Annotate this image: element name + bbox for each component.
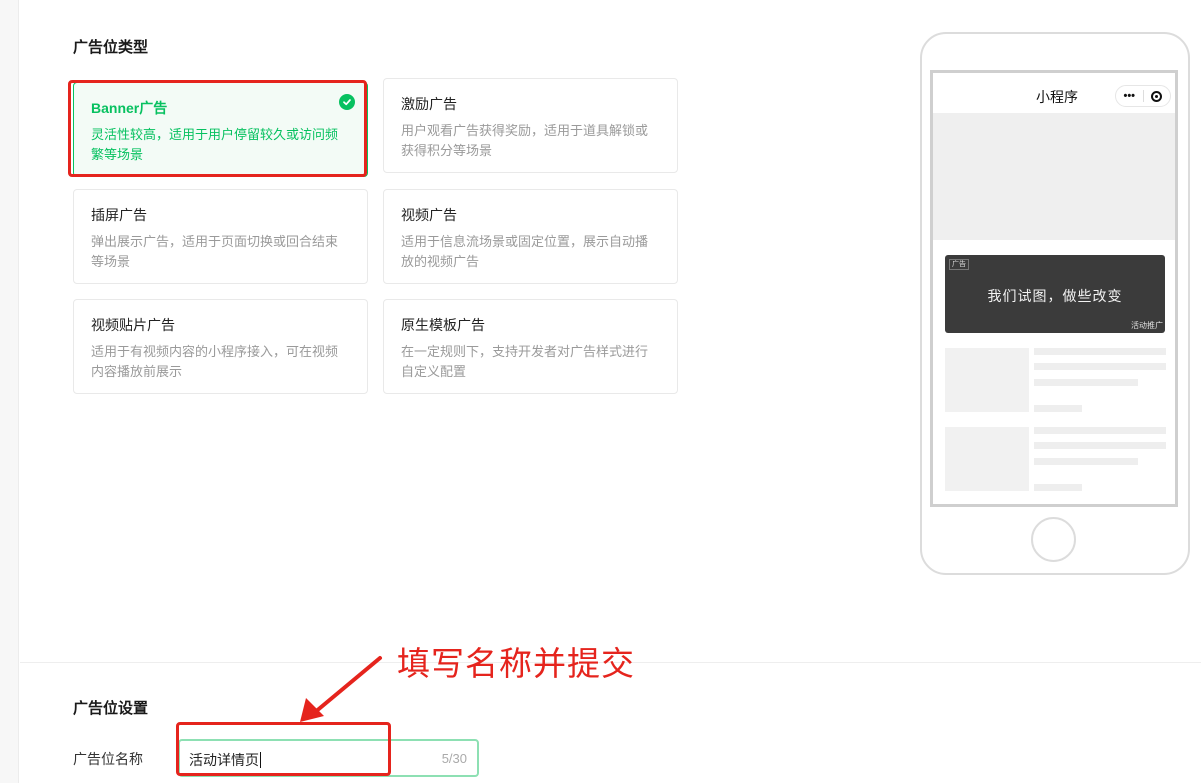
left-panel-edge (0, 0, 19, 783)
ad-settings-section-title: 广告位设置 (73, 700, 149, 717)
ad-type-card-title: 视频广告 (401, 207, 457, 223)
skeleton-image (945, 348, 1029, 412)
ad-type-section-title: 广告位类型 (73, 39, 149, 56)
ad-type-card-desc: 等场景 (91, 254, 131, 269)
preview-placeholder-block (933, 113, 1175, 240)
ad-type-card-desc: 用户观看广告获得奖励，适用于道具解锁或 (401, 123, 649, 138)
phone-home-button (1031, 517, 1076, 562)
ad-type-card-desc: 获得积分等场景 (401, 143, 493, 158)
ad-type-card-desc: 适用于信息流场景或固定位置，展示自动播 (401, 234, 649, 249)
ad-type-card-native-template[interactable]: 原生模板广告 在一定规则下，支持开发者对广告样式进行 自定义配置 (383, 299, 678, 394)
skeleton-line (1034, 427, 1166, 434)
ad-type-card-rewarded[interactable]: 激励广告 用户观看广告获得奖励，适用于道具解锁或 获得积分等场景 (383, 78, 678, 173)
skeleton-line (1034, 458, 1138, 465)
ad-type-card-title: 插屏广告 (91, 207, 147, 223)
close-target-icon (1151, 90, 1163, 102)
skeleton-line (1034, 363, 1166, 370)
skeleton-line (1034, 484, 1082, 491)
ad-type-card-desc: 适用于有视频内容的小程序接入，可在视频 (91, 344, 339, 359)
ad-type-card-video[interactable]: 视频广告 适用于信息流场景或固定位置，展示自动播 放的视频广告 (383, 189, 678, 284)
annotation-highlight-box (176, 722, 391, 776)
ad-name-char-counter: 5/30 (441, 751, 467, 766)
banner-ad-promo-label: 活动推广 (1131, 321, 1163, 330)
skeleton-line (1034, 379, 1138, 386)
ad-name-label: 广告位名称 (73, 751, 143, 767)
skeleton-line (1034, 348, 1166, 355)
ad-type-card-video-preroll[interactable]: 视频贴片广告 适用于有视频内容的小程序接入，可在视频 内容播放前展示 (73, 299, 368, 394)
banner-ad-slogan: 我们试图，做些改变 (987, 289, 1123, 305)
annotation-highlight-box (68, 80, 367, 177)
ad-type-card-desc: 在一定规则下，支持开发者对广告样式进行 (401, 344, 649, 359)
ad-type-card-desc: 内容播放前展示 (91, 364, 183, 379)
more-dots-icon: ••• (1123, 90, 1136, 102)
skeleton-image (945, 427, 1029, 491)
ad-type-card-desc: 自定义配置 (401, 364, 467, 379)
skeleton-line (1034, 405, 1082, 412)
ad-tag-badge: 广告 (949, 259, 969, 270)
ad-type-card-desc: 弹出展示广告，适用于页面切换或回合结束 (91, 234, 339, 249)
phone-preview-screen: 小程序 ••• 广告 我们试图，做些改变 活动推广 (930, 70, 1178, 507)
ad-type-card-title: 激励广告 (401, 96, 457, 112)
ad-type-card-title: 视频贴片广告 (91, 317, 175, 333)
ad-type-card-desc: 放的视频广告 (401, 254, 480, 269)
banner-ad-preview: 广告 我们试图，做些改变 活动推广 (945, 255, 1165, 333)
ad-type-card-title: 原生模板广告 (401, 317, 485, 333)
annotation-arrow-icon (300, 656, 382, 722)
skeleton-line (1034, 442, 1166, 449)
miniprogram-capsule: ••• (1115, 85, 1171, 107)
annotation-text: 填写名称并提交 (397, 645, 635, 682)
ad-type-card-interstitial[interactable]: 插屏广告 弹出展示广告，适用于页面切换或回合结束 等场景 (73, 189, 368, 284)
